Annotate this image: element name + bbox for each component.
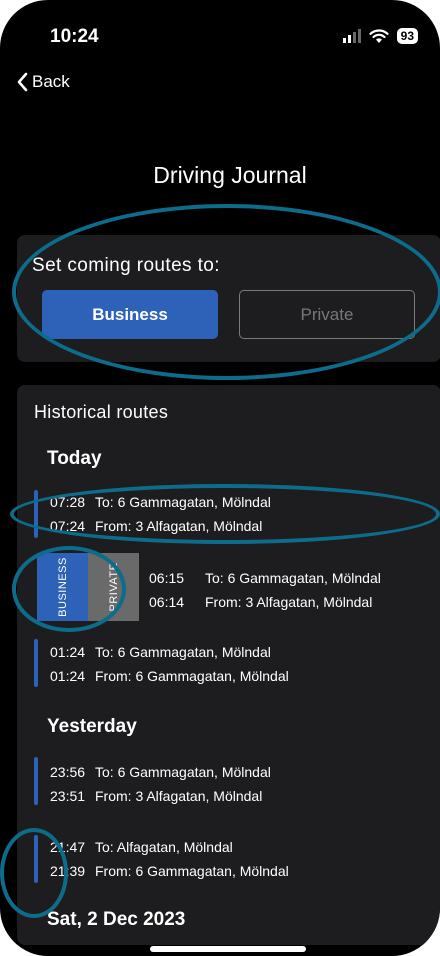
route-to-row: 21:47 To: Alfagatan, Mölndal	[50, 839, 233, 855]
route-to-row: 06:15 To: 6 Gammagatan, Mölndal	[149, 570, 381, 586]
historical-routes-card: Historical routes Today 07:28 To: 6 Gamma…	[17, 385, 440, 945]
cellular-signal-icon	[342, 29, 361, 43]
route-group[interactable]: 21:47 To: Alfagatan, Mölndal 21:39 From: 6…	[17, 835, 440, 889]
status-time: 10:24	[50, 26, 99, 47]
day-header-yesterday: Yesterday	[47, 716, 137, 737]
route-to-row: 01:24 To: 6 Gammagatan, Mölndal	[50, 644, 271, 660]
annotation-ellipse-route-bar	[0, 828, 68, 918]
route-to-row: 23:56 To: 6 Gammagatan, Mölndal	[50, 764, 271, 780]
back-label: Back	[32, 72, 70, 91]
annotation-ellipse-first-route	[10, 484, 440, 544]
back-button[interactable]: Back	[16, 72, 70, 92]
annotation-ellipse-route-setting	[12, 204, 440, 380]
chevron-left-icon	[17, 72, 28, 92]
route-group[interactable]: 01:24 To: 6 Gammagatan, Mölndal 01:24 From…	[17, 639, 440, 693]
route-from-row: 06:14 From: 3 Alfagatan, Mölndal	[149, 594, 373, 610]
home-indicator	[150, 946, 306, 952]
day-header-dec2: Sat, 2 Dec 2023	[47, 909, 186, 930]
status-icons: 93	[342, 28, 418, 44]
status-bar: 10:24 93	[0, 0, 440, 80]
annotation-ellipse-swipe-actions	[12, 546, 126, 632]
route-group[interactable]: 23:56 To: 6 Gammagatan, Mölndal 23:51 From…	[17, 757, 440, 811]
battery-indicator: 93	[396, 28, 418, 44]
page-title: Driving Journal	[153, 162, 307, 188]
route-from-row: 23:51 From: 3 Alfagatan, Mölndal	[50, 788, 263, 804]
phone-screen: 10:24 93 Back Driving Journal Set coming…	[0, 0, 440, 956]
route-from-row: 21:39 From: 6 Gammagatan, Mölndal	[50, 863, 289, 879]
day-header-today: Today	[47, 448, 102, 469]
wifi-icon	[369, 28, 389, 43]
route-from-row: 01:24 From: 6 Gammagatan, Mölndal	[50, 668, 289, 684]
route-type-bar	[34, 757, 38, 805]
route-type-bar	[34, 639, 38, 687]
historical-routes-title: Historical routes	[34, 402, 169, 422]
